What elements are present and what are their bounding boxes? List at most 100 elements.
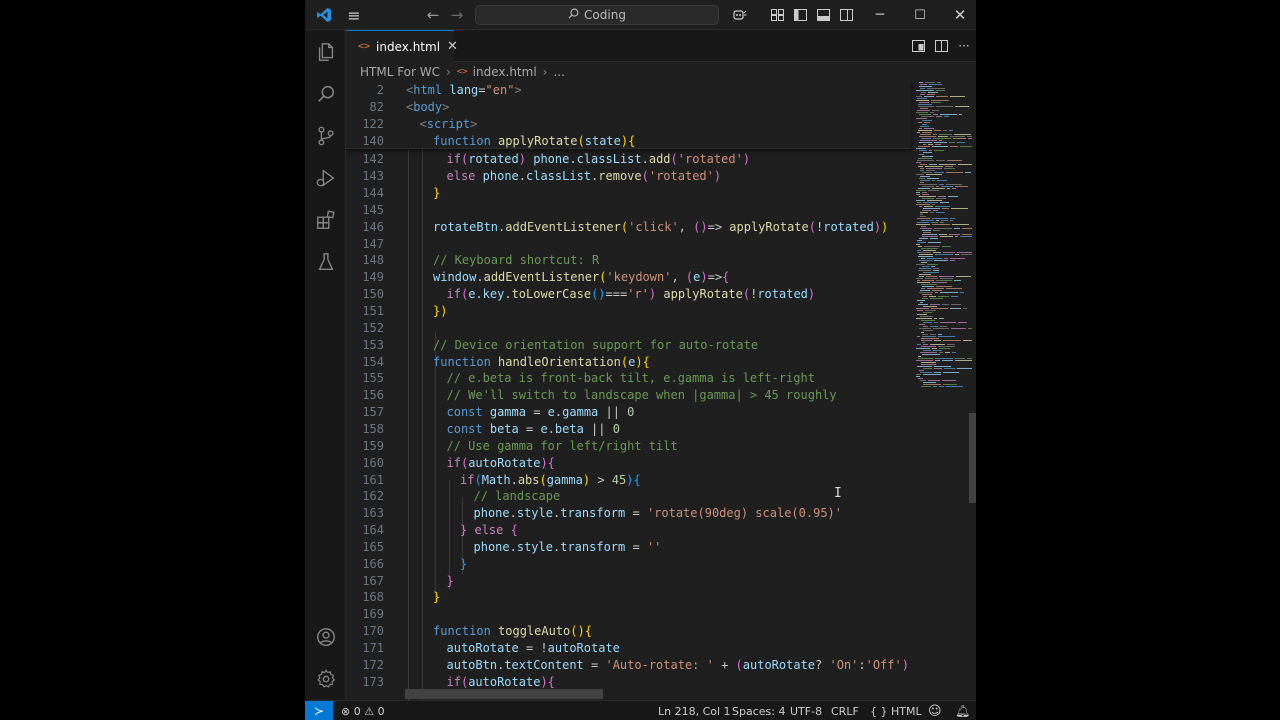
code-line[interactable]: 172 autoBtn.textContent = 'Auto-rotate: '… — [346, 657, 911, 674]
more-actions-icon[interactable]: ··· — [953, 30, 975, 62]
code-line[interactable]: 165 phone.style.transform = '' — [346, 539, 911, 556]
code-line[interactable]: 155 // e.beta is front-back tilt, e.gamma… — [346, 370, 911, 387]
code-line[interactable]: 166} — [346, 556, 911, 573]
code-line[interactable]: 161 if(Math.abs(gamma) > 45){ — [346, 472, 911, 489]
testing-flask-icon[interactable] — [305, 242, 346, 282]
breadcrumb-folder[interactable]: HTML For WC — [360, 65, 440, 79]
language-mode[interactable]: { } HTML — [870, 701, 922, 720]
accounts-icon[interactable] — [305, 617, 346, 657]
open-preview-icon[interactable] — [907, 30, 929, 62]
close-window-icon[interactable]: ✕ — [945, 0, 975, 30]
run-debug-icon[interactable] — [305, 158, 346, 198]
code-line[interactable]: 140 function applyRotate(state){ — [346, 133, 911, 150]
code-line[interactable]: 164} else { — [346, 522, 911, 539]
code-line[interactable]: 148 // Keyboard shortcut: R — [346, 252, 911, 269]
code-line[interactable]: 154 function handleOrientation(e){ — [346, 354, 911, 371]
remote-indicator-icon[interactable]: ≻ — [305, 701, 333, 720]
breadcrumb: HTML For WC › <> index.html › ... — [346, 62, 976, 82]
extensions-icon[interactable] — [305, 200, 346, 240]
code-text: autoRotate = !autoRotate — [446, 641, 620, 655]
code-line[interactable]: 170 function toggleAuto(){ — [346, 623, 911, 640]
vscode-window: ≡ ← → Coding ─ ☐ ✕ <> index.html ✕ ··· H… — [305, 0, 976, 720]
split-editor-icon[interactable] — [930, 30, 952, 62]
toggle-panel-icon[interactable] — [812, 0, 834, 30]
code-text: if(rotated) phone.classList.add('rotated… — [446, 152, 751, 167]
explorer-icon[interactable] — [305, 32, 346, 72]
code-line[interactable]: 169 — [346, 606, 911, 623]
line-number: 82 — [369, 99, 384, 114]
forward-arrow-icon[interactable]: → — [445, 0, 469, 30]
code-line[interactable]: 146 rotateBtn.addEventListener('click', (… — [346, 219, 911, 236]
code-line[interactable]: 82 <body> — [346, 99, 911, 116]
code-line[interactable]: 143 else phone.classList.remove('rotated'… — [346, 168, 911, 185]
breadcrumb-file[interactable]: index.html — [473, 65, 537, 79]
cursor-position[interactable]: Ln 218, Col 1 — [658, 701, 731, 720]
code-text: function handleOrientation(e){ — [433, 354, 650, 369]
code-text: phone.style.transform = '' — [473, 539, 662, 554]
code-line[interactable]: 2 <html lang="en"> — [346, 82, 911, 99]
manage-gear-icon[interactable] — [305, 659, 346, 699]
code-line[interactable]: 173 if(autoRotate){ — [346, 674, 911, 691]
line-number: 150 — [362, 287, 384, 302]
copilot-icon[interactable] — [729, 0, 751, 30]
minimize-icon[interactable]: ─ — [865, 0, 895, 30]
code-line[interactable]: 160 if(autoRotate){ — [346, 455, 911, 472]
horizontal-scrollbar[interactable] — [405, 689, 603, 699]
tab-index-html[interactable]: <> index.html ✕ — [346, 30, 458, 62]
code-line[interactable]: 147 — [346, 236, 911, 253]
code-editor[interactable]: 141rotated = state142if(rotated) phone.c… — [346, 82, 976, 700]
code-line[interactable]: 142 if(rotated) phone.classList.add('rota… — [346, 151, 911, 168]
code-line[interactable]: 122 <script> — [346, 116, 911, 133]
code-line[interactable]: 151}) — [346, 303, 911, 320]
breadcrumb-more[interactable]: ... — [553, 65, 564, 79]
code-line[interactable]: 167} — [346, 573, 911, 590]
vscode-logo-icon[interactable] — [309, 0, 339, 30]
indentation[interactable]: Spaces: 4 — [732, 701, 785, 720]
code-text: // Use gamma for left/right tilt — [446, 438, 678, 453]
line-number: 173 — [362, 674, 384, 689]
sticky-scroll[interactable]: 2 <html lang="en"> 82 <body> 122 <script> 140 f… — [346, 82, 911, 149]
code-line[interactable]: 149 window.addEventListener('keydown', (e… — [346, 269, 911, 286]
close-tab-icon[interactable]: ✕ — [447, 39, 458, 54]
code-line[interactable]: 153 // Device orientation support for aut… — [346, 337, 911, 354]
code-line[interactable]: 152 — [346, 320, 911, 337]
code-line[interactable]: 158 const beta = e.beta || 0 — [346, 421, 911, 438]
line-number: 2 — [376, 83, 384, 97]
back-arrow-icon[interactable]: ← — [421, 0, 445, 30]
code-line[interactable]: 162 // landscape — [346, 488, 911, 505]
code-text: const beta = e.beta || 0 — [446, 421, 620, 436]
line-number: 153 — [362, 337, 384, 352]
code-line[interactable]: 150 if(e.key.toLowerCase()==='r') applyRo… — [346, 286, 911, 303]
line-number: 151 — [362, 304, 384, 318]
error-count: 0 — [353, 704, 361, 718]
minimap[interactable] — [914, 82, 976, 392]
line-number: 168 — [362, 590, 384, 605]
toggle-secondary-sidebar-icon[interactable] — [835, 0, 857, 30]
source-control-icon[interactable] — [305, 116, 346, 156]
search-icon[interactable] — [305, 74, 346, 114]
code-line[interactable]: 168} — [346, 589, 911, 606]
code-line[interactable]: 171 autoRotate = !autoRotate — [346, 640, 911, 657]
notifications-bell-icon[interactable]: 🔔︎ — [955, 701, 970, 720]
end-of-line[interactable]: CRLF — [831, 701, 859, 720]
line-number: 143 — [362, 169, 384, 184]
code-line[interactable]: 156 // We'll switch to landscape when |ga… — [346, 387, 911, 404]
line-number: 154 — [362, 354, 384, 369]
maximize-icon[interactable]: ☐ — [905, 0, 935, 30]
status-bar: ≻ ⊗ 0 ⚠ 0 Ln 218, Col 1 Spaces: 4 UTF-8 … — [305, 700, 976, 720]
code-line[interactable]: 145 — [346, 202, 911, 219]
code-line[interactable]: 163 phone.style.transform = 'rotate(90deg… — [346, 505, 911, 522]
hamburger-menu-icon[interactable]: ≡ — [339, 0, 369, 30]
vertical-scrollbar[interactable] — [969, 413, 976, 503]
copilot-status-icon[interactable]: ☺ — [928, 701, 942, 720]
encoding[interactable]: UTF-8 — [790, 701, 822, 720]
problems-indicator[interactable]: ⊗ 0 ⚠ 0 — [341, 701, 385, 720]
code-line[interactable]: 144} — [346, 185, 911, 202]
code-line[interactable]: 157 const gamma = e.gamma || 0 — [346, 404, 911, 421]
code-text: } — [433, 186, 441, 201]
code-text: }) — [433, 304, 448, 318]
toggle-primary-sidebar-icon[interactable] — [789, 0, 811, 30]
code-line[interactable]: 159 // Use gamma for left/right tilt — [346, 438, 911, 455]
command-center-search[interactable]: Coding — [475, 5, 719, 25]
customize-layout-icon[interactable] — [766, 0, 788, 30]
